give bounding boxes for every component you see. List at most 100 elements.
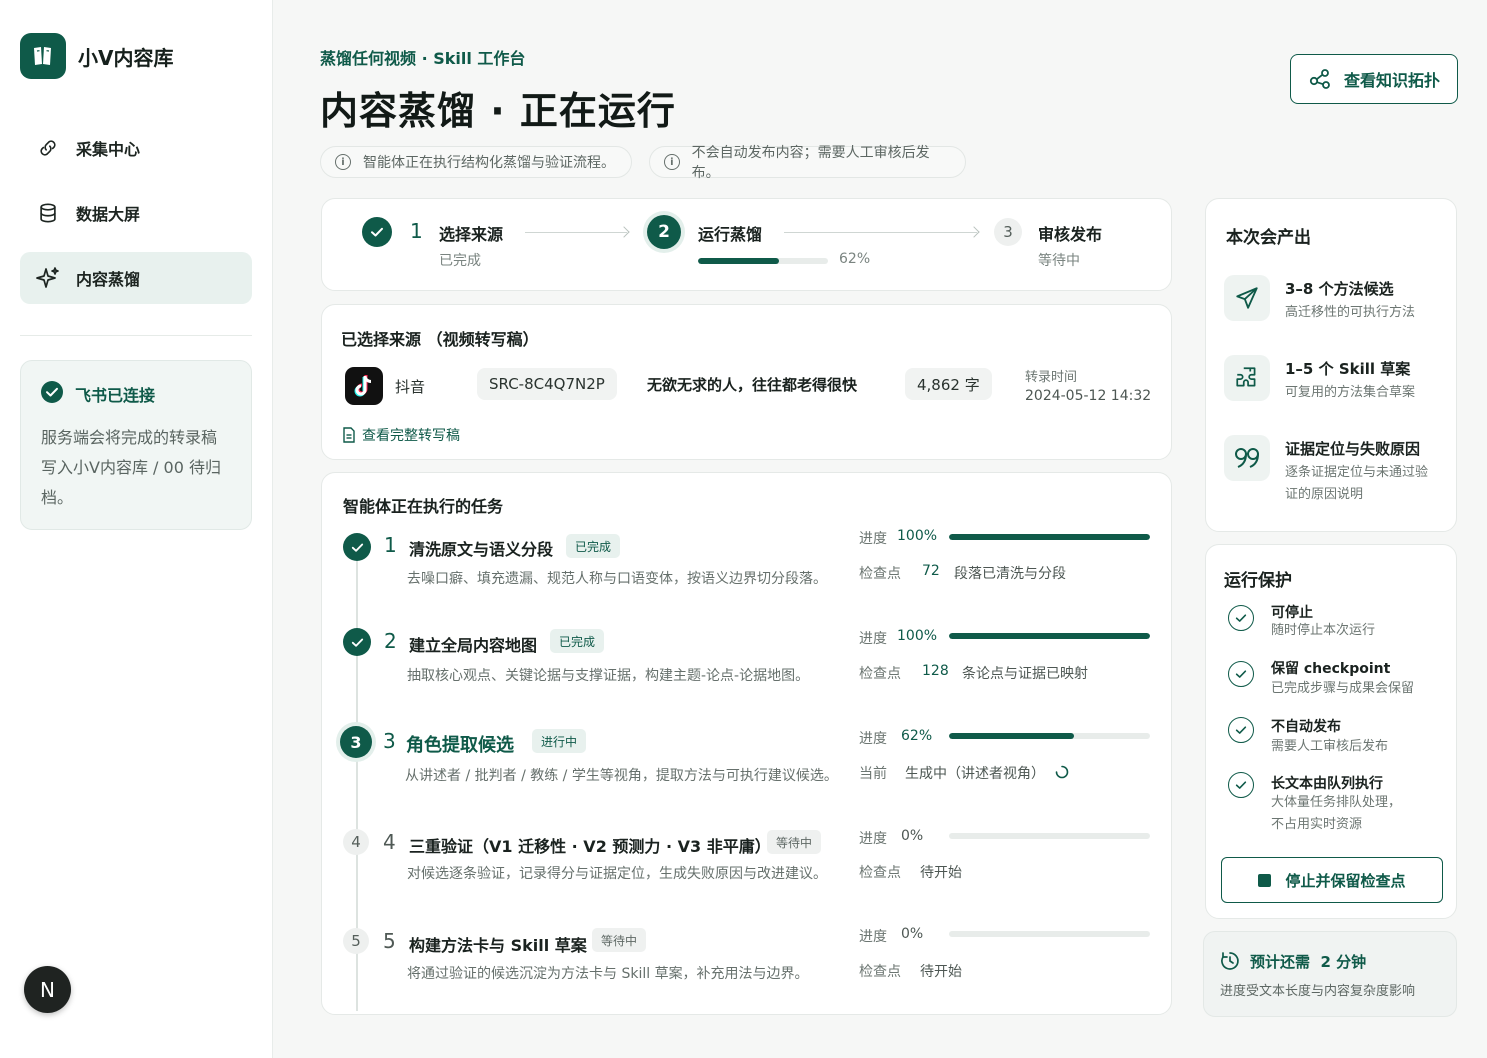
progress-value: 0% bbox=[901, 828, 924, 844]
task-desc: 抽取核心观点、关键论据与支撑证据，构建主题-论点-论据地图。 bbox=[407, 668, 810, 684]
task-number: 5 bbox=[383, 929, 396, 953]
brand[interactable]: 小V内容库 bbox=[20, 33, 173, 79]
progress-label: 进度 bbox=[859, 831, 887, 847]
task-pending-number: 4 bbox=[343, 829, 369, 855]
current-text: 生成中（讲述者视角） bbox=[905, 766, 1045, 782]
step-status: 等待中 bbox=[1038, 253, 1080, 269]
connection-title: 飞书已连接 bbox=[75, 386, 156, 405]
sidebar-item-dashboard[interactable]: 数据大屏 bbox=[20, 187, 252, 239]
task-number: 2 bbox=[384, 629, 397, 653]
step-number: 3 bbox=[994, 218, 1022, 246]
step-progress-label: 62% bbox=[839, 251, 871, 267]
check-circle-icon bbox=[1228, 605, 1254, 631]
sparkle-icon bbox=[36, 266, 60, 290]
checkpoint-text: 段落已清洗与分段 bbox=[954, 566, 1066, 582]
document-icon bbox=[343, 427, 355, 443]
step-arrow bbox=[784, 232, 977, 233]
progress-label: 进度 bbox=[859, 731, 887, 747]
step-number: 1 bbox=[410, 219, 423, 243]
task-title: 建立全局内容地图 bbox=[409, 636, 538, 655]
checkpoint-text: 条论点与证据已映射 bbox=[962, 666, 1088, 682]
step-arrow bbox=[525, 232, 627, 233]
sidebar-item-label: 数据大屏 bbox=[76, 205, 141, 224]
page-title: 内容蒸馏 · 正在运行 bbox=[320, 89, 676, 133]
status-badge: 等待中 bbox=[767, 830, 822, 854]
source-id: SRC-8C4Q7N2P bbox=[477, 368, 617, 400]
task-progress-bar bbox=[949, 931, 1150, 937]
video-title: 无欲无求的人，往往都老得很快 bbox=[647, 376, 858, 394]
task-desc: 将通过验证的候选沉淀为方法卡与 Skill 草案，补充用法与边界。 bbox=[407, 966, 809, 982]
guard-item-sub: 大体量任务排队处理，不占用实时资源 bbox=[1271, 795, 1402, 832]
guard-item-title: 不自动发布 bbox=[1271, 719, 1341, 735]
checkpoint-text: 待开始 bbox=[920, 964, 962, 980]
sidebar: 小V内容库 采集中心 数据大屏 内容蒸馏 飞书已连接 服务端会将完成的转录稿写入… bbox=[0, 0, 273, 1058]
output-sub: 高迁移性的可执行方法 bbox=[1285, 305, 1416, 320]
task-title: 清洗原文与语义分段 bbox=[409, 540, 554, 559]
task-active-number: 3 bbox=[340, 726, 372, 758]
task-title: 构建方法卡与 Skill 草案 bbox=[409, 936, 587, 955]
guard-item-title: 保留 checkpoint bbox=[1271, 661, 1391, 677]
task-desc: 从讲述者 / 批判者 / 教练 / 学生等视角，提取方法与可执行建议候选。 bbox=[405, 768, 838, 784]
sidebar-nav: 采集中心 数据大屏 内容蒸馏 bbox=[20, 122, 252, 317]
step-title: 审核发布 bbox=[1038, 225, 1103, 244]
stop-and-keep-checkpoint-button[interactable]: 停止并保留检查点 bbox=[1221, 857, 1443, 903]
checkpoint-label: 检查点 bbox=[859, 666, 901, 682]
sidebar-item-label: 采集中心 bbox=[76, 140, 141, 159]
task-progress-bar bbox=[949, 534, 1150, 540]
guard-item-sub: 需要人工审核后发布 bbox=[1271, 739, 1389, 754]
platform-name: 抖音 bbox=[395, 378, 426, 396]
step-progress-bar bbox=[698, 258, 828, 264]
check-circle-icon bbox=[41, 381, 63, 407]
step-active-number: 2 bbox=[647, 215, 681, 249]
task-progress-bar bbox=[949, 733, 1150, 739]
stop-label: 停止并保留检查点 bbox=[1285, 872, 1406, 890]
app-name: 小V内容库 bbox=[78, 45, 174, 70]
quote-icon bbox=[1224, 435, 1270, 481]
word-count: 4,862 字 bbox=[905, 368, 992, 400]
status-badge: 已完成 bbox=[566, 534, 621, 558]
output-sub: 逐条证据定位与未通过验证的原因说明 bbox=[1285, 465, 1429, 502]
sidebar-item-collect[interactable]: 采集中心 bbox=[20, 122, 252, 174]
checkpoint-count: 72 bbox=[922, 563, 940, 579]
notice-text: 不会自动发布内容；需要人工审核后发布。 bbox=[691, 145, 930, 181]
notice-no-autopublish: i 不会自动发布内容；需要人工审核后发布。 bbox=[649, 145, 966, 181]
checkpoint-count: 128 bbox=[922, 663, 949, 679]
tasks-card: 智能体正在执行的任务 1 清洗原文与语义分段 已完成 去噪口癖、填充遗漏、规范人… bbox=[321, 472, 1172, 1015]
guard-item-sub: 随时停止本次运行 bbox=[1271, 623, 1376, 638]
task-progress-bar bbox=[949, 833, 1150, 839]
view-topology-button[interactable]: 查看知识拓扑 bbox=[1290, 54, 1458, 104]
status-badge: 进行中 bbox=[532, 729, 587, 753]
timer-icon bbox=[1220, 951, 1240, 975]
feishu-connection-card: 飞书已连接 服务端会将完成的转录稿写入小V内容库 / 00 待归档。 bbox=[20, 360, 252, 530]
sidebar-item-label: 内容蒸馏 bbox=[76, 270, 141, 289]
connection-text: 服务端会将完成的转录稿写入小V内容库 / 00 待归档。 bbox=[41, 428, 221, 507]
checkpoint-label: 检查点 bbox=[859, 865, 901, 881]
task-desc: 去噪口癖、填充遗漏、规范人称与口语变体，按语义边界切分段落。 bbox=[407, 571, 827, 587]
outputs-card: 本次会产出 3–8 个方法候选 高迁移性的可执行方法 1–5 个 Skill 草… bbox=[1205, 198, 1457, 532]
eta-sub: 进度受文本长度与内容复杂度影响 bbox=[1220, 984, 1416, 999]
tasks-title: 智能体正在执行的任务 bbox=[343, 497, 504, 516]
breadcrumb[interactable]: 蒸馏任何视频 · Skill 工作台 bbox=[320, 45, 525, 69]
task-title: 三重验证（V1 迁移性 · V2 预测力 · V3 非平庸） bbox=[409, 837, 771, 856]
output-title: 3–8 个方法候选 bbox=[1285, 280, 1394, 298]
transcribe-time-label: 转录时间 bbox=[1025, 370, 1078, 385]
graph-nodes-icon bbox=[1309, 69, 1330, 89]
source-card: 已选择来源 （视频转写稿） 抖音 SRC-8C4Q7N2P 无欲无求的人，往往都… bbox=[321, 304, 1172, 460]
notice-executing: i 智能体正在执行结构化蒸馏与验证流程。 bbox=[320, 146, 632, 178]
user-avatar[interactable]: N bbox=[24, 966, 71, 1013]
step-title: 运行蒸馏 bbox=[698, 225, 763, 244]
check-circle-icon bbox=[1228, 661, 1254, 687]
loading-spinner-icon bbox=[1055, 764, 1069, 783]
tiktok-logo-icon bbox=[345, 367, 383, 405]
task-title: 角色提取候选 bbox=[406, 735, 514, 756]
outputs-title: 本次会产出 bbox=[1226, 228, 1311, 248]
info-icon: i bbox=[664, 154, 680, 170]
info-icon: i bbox=[335, 154, 351, 170]
task-number: 1 bbox=[384, 533, 397, 557]
current-label: 当前 bbox=[859, 766, 887, 782]
checkpoint-label: 检查点 bbox=[859, 964, 901, 980]
sidebar-item-distill[interactable]: 内容蒸馏 bbox=[20, 252, 252, 304]
view-transcript-link[interactable]: 查看完整转写稿 bbox=[342, 425, 460, 445]
output-sub: 可复用的方法集合草案 bbox=[1285, 385, 1416, 400]
progress-value: 100% bbox=[897, 528, 938, 544]
